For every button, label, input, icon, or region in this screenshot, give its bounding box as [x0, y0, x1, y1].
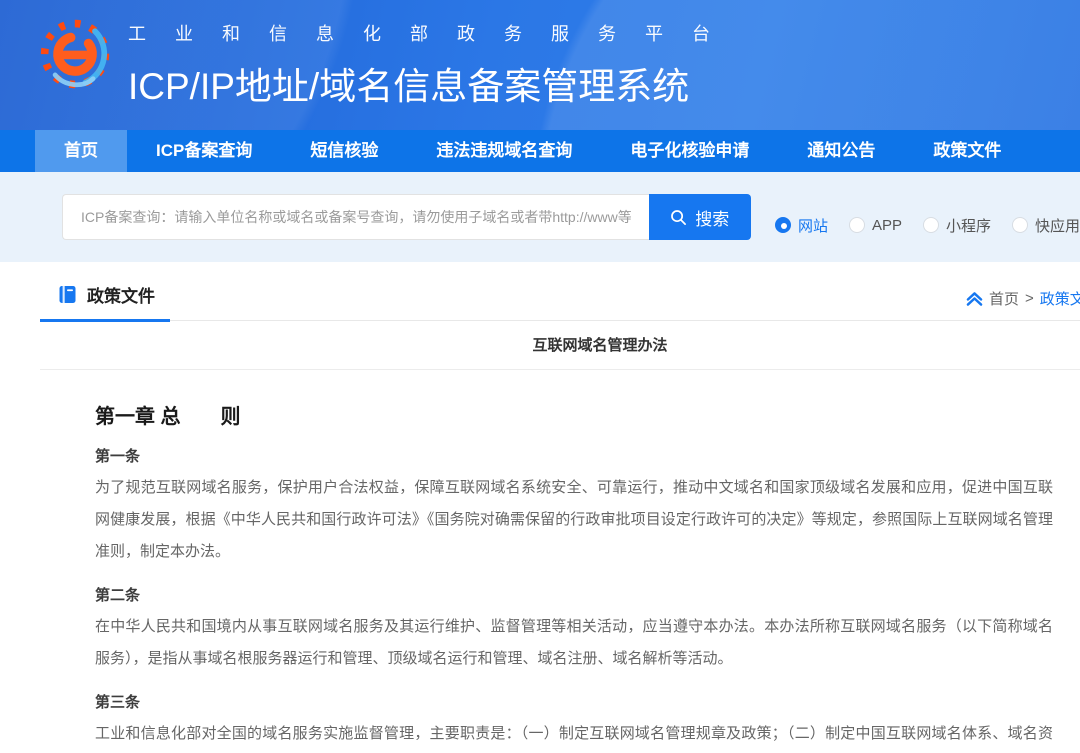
main-nav: 首页 ICP备案查询 短信核验 违法违规域名查询 电子化核验申请 通知公告 政策…	[0, 130, 1080, 172]
miit-logo-icon	[38, 12, 114, 96]
nav-item-home[interactable]: 首页	[35, 130, 127, 172]
chapter-heading: 第一章 总 则	[95, 400, 1053, 429]
article-1: 第一条 为了规范互联网域名服务，保护用户合法权益，保障互联网域名系统安全、可靠运…	[95, 442, 1053, 568]
article-heading: 第一条	[95, 442, 1053, 472]
breadcrumb-separator: >	[1025, 290, 1034, 307]
nav-item-icp-query[interactable]: ICP备案查询	[127, 130, 281, 172]
article-3: 第三条 工业和信息化部对全国的域名服务实施监督管理，主要职责是：（一）制定互联网…	[95, 688, 1053, 753]
document-title: 互联网域名管理办法	[532, 337, 667, 354]
search-icon	[670, 209, 687, 226]
article-text: 工业和信息化部对全国的域名服务实施监督管理，主要职责是：（一）制定互联网域名管理…	[95, 718, 1053, 753]
type-option-app[interactable]: APP	[849, 217, 902, 234]
breadcrumb-home-link[interactable]: 首页	[989, 288, 1019, 309]
radio-checked-icon[interactable]	[775, 217, 791, 233]
active-tab-underline	[40, 319, 170, 322]
content-area: 政策文件 首页 > 政策文件 互联网域名管理办法 第一章 总 则 第一条	[0, 262, 1080, 753]
search-band: 搜索 网站 APP 小程序 快应用	[0, 172, 1080, 262]
site-header: 工业和信息化部政务服务平台 ICP/IP地址/域名信息备案管理系统	[0, 0, 1080, 130]
section-title: 政策文件	[87, 282, 155, 307]
search-button[interactable]: 搜索	[649, 194, 751, 240]
home-icon	[966, 291, 983, 307]
type-option-quickapp[interactable]: 快应用	[1012, 215, 1080, 236]
system-title: ICP/IP地址/域名信息备案管理系统	[128, 56, 739, 110]
nav-item-notices[interactable]: 通知公告	[778, 130, 904, 172]
search-button-label: 搜索	[695, 205, 729, 230]
article-text: 在中华人民共和国境内从事互联网域名服务及其运行维护、监督管理等相关活动，应当遵守…	[95, 611, 1053, 675]
article-text: 为了规范互联网域名服务，保护用户合法权益，保障互联网域名系统安全、可靠运行，推动…	[95, 472, 1053, 568]
platform-name: 工业和信息化部政务服务平台	[128, 20, 739, 46]
section-header: 政策文件 首页 > 政策文件	[40, 262, 1080, 321]
nav-item-policy-files[interactable]: 政策文件	[904, 130, 1030, 172]
icp-search-input[interactable]	[62, 194, 649, 240]
nav-item-illegal-domain-query[interactable]: 违法违规域名查询	[407, 130, 601, 172]
nav-item-sms-verify[interactable]: 短信核验	[281, 130, 407, 172]
document-title-row: 互联网域名管理办法	[40, 321, 1080, 370]
search-type-group: 网站 APP 小程序 快应用	[775, 215, 1080, 236]
article-heading: 第三条	[95, 688, 1053, 718]
radio-icon[interactable]	[923, 217, 939, 233]
type-option-miniprogram[interactable]: 小程序	[923, 215, 991, 236]
article-2: 第二条 在中华人民共和国境内从事互联网域名服务及其运行维护、监督管理等相关活动，…	[95, 581, 1053, 675]
article-heading: 第二条	[95, 581, 1053, 611]
breadcrumb: 首页 > 政策文件	[966, 288, 1080, 309]
nav-item-electronic-verify[interactable]: 电子化核验申请	[601, 130, 778, 172]
radio-icon[interactable]	[1012, 217, 1028, 233]
type-option-website[interactable]: 网站	[775, 215, 828, 236]
breadcrumb-current: 政策文件	[1040, 288, 1080, 309]
policy-book-icon	[58, 285, 77, 304]
document-body: 第一章 总 则 第一条 为了规范互联网域名服务，保护用户合法权益，保障互联网域名…	[95, 400, 1053, 753]
radio-icon[interactable]	[849, 217, 865, 233]
